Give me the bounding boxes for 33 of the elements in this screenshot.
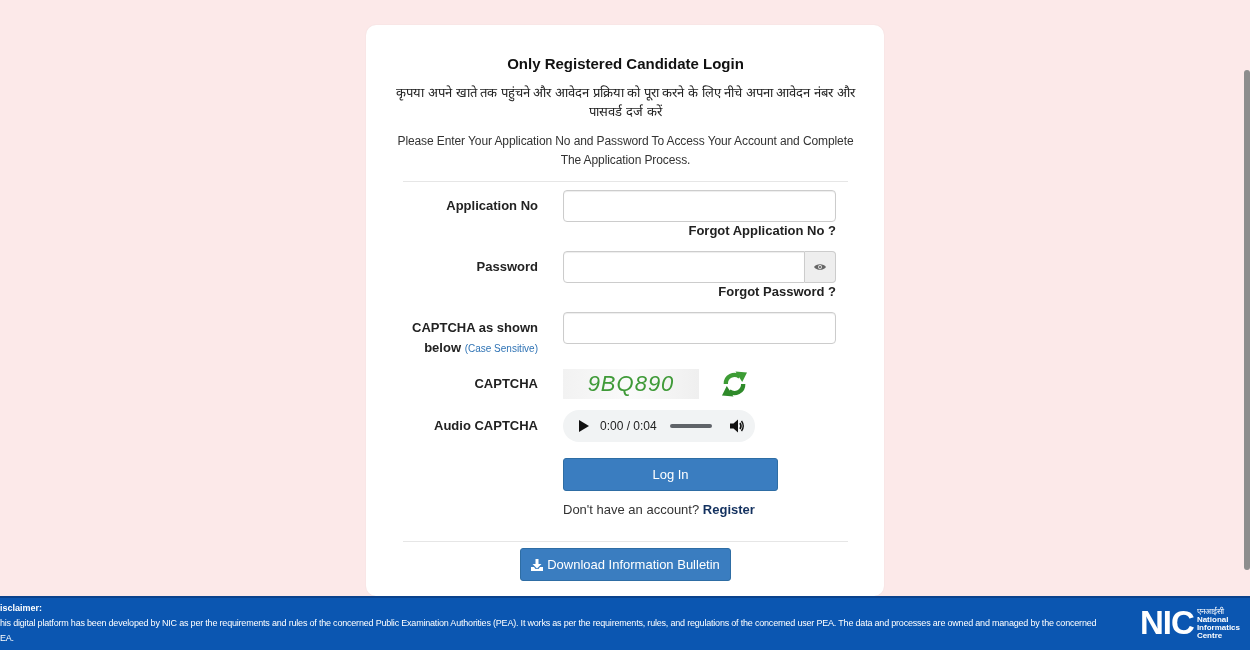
download-icon [531, 558, 544, 571]
audio-progress-track[interactable] [669, 424, 712, 428]
refresh-icon[interactable] [721, 369, 748, 399]
volume-icon[interactable] [729, 419, 744, 433]
disclaimer-heading: isclaimer: [0, 602, 44, 615]
field-label: Audio CAPTCHA [433, 417, 538, 435]
text-input[interactable] [563, 312, 836, 344]
audio-time-text: 0:00 / 0:04 [600, 419, 657, 433]
instructions-text: Please Enter Your Application No and Password To Access Your Account and Complete The Application Process. [396, 133, 855, 169]
logo-name-text: National Informatics Centre [1196, 615, 1240, 640]
field-label: CAPTCHA [473, 375, 538, 393]
eye-icon [814, 263, 826, 271]
register-link[interactable]: Register [702, 502, 755, 517]
text-input[interactable] [563, 190, 836, 222]
logo-hindi-text: एनआईसी [1196, 606, 1224, 616]
play-icon[interactable] [579, 420, 589, 432]
login-button[interactable]: Log In [563, 458, 778, 491]
password-input[interactable] [563, 251, 805, 283]
audio-player[interactable]: 0:00 / 0:04 [563, 410, 755, 442]
forgot-link[interactable]: Forgot Application No ? [688, 223, 836, 239]
field-label: Password [475, 258, 538, 276]
show-password-button[interactable] [805, 251, 836, 283]
field-label: CAPTCHA as shown below (Case Sensitive) [411, 319, 538, 357]
instructions-hindi-text: कृपया अपने खाते तक पहुंचने और आवेदन प्रक्रिया को पूरा करने के लिए नीचे अपना आवेदन नंबर और पासवर्ड दर्ज करें [395, 84, 857, 121]
field-label: Application No [445, 197, 538, 215]
scrollbar-thumb[interactable] [1244, 70, 1250, 570]
register-prompt-text: Don't have an account? Register [563, 501, 755, 519]
login-title: Only Registered Candidate Login [506, 55, 745, 73]
logo-mark-text: NIC [1140, 606, 1194, 640]
download-bulletin-button[interactable]: Download Information Bulletin [520, 548, 731, 581]
forgot-link[interactable]: Forgot Password ? [718, 284, 836, 300]
disclaimer-text: his digital platform has been developed by NIC as per the requirements and rules of the concerned Public Examination Authorities (PEA). It works as per the requirements, rules, and regulations of the concerned user PEA. The data and processes are owned and managed by the concerned EA. [0, 617, 1098, 645]
captcha-image: 9BQ890 [563, 369, 699, 399]
